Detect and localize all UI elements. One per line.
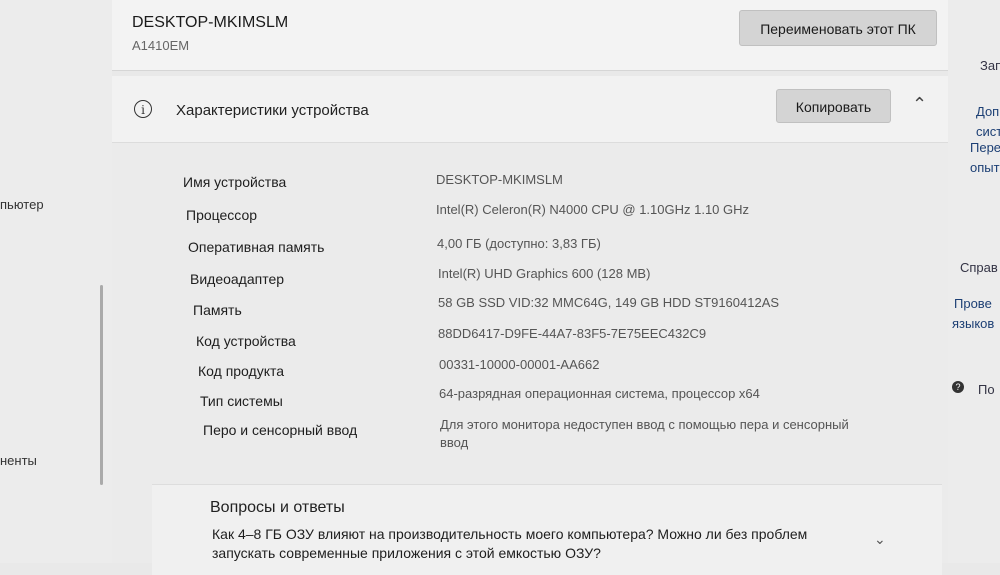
spec-label-product-id: Код продукта — [198, 363, 285, 379]
spec-value-storage: 58 GB SSD VID:32 MMC64G, 149 GB HDD ST91… — [438, 295, 780, 310]
spec-value-pen-touch: Для этого монитора недоступен ввод с пом… — [440, 417, 849, 450]
device-model: A1410EM — [132, 38, 190, 53]
spec-value-product-id: 00331-10000-00001-AA662 — [439, 357, 600, 372]
device-name: DESKTOP-MKIMSLM — [132, 14, 289, 31]
device-specs-header[interactable]: i Характеристики устройства Копировать ⌃ — [112, 76, 948, 143]
spec-value-ram: 4,00 ГБ (доступно: 3,83 ГБ) — [437, 236, 601, 251]
left-nav-item-components[interactable]: ненты — [0, 453, 37, 468]
spec-label-system-type: Тип системы — [200, 393, 283, 409]
spec-value-processor: Intel(R) Celeron(R) N4000 CPU @ 1.10GHz … — [436, 202, 750, 217]
faq-title: Вопросы и ответы — [210, 499, 345, 516]
spec-label-device-name: Имя устройства — [183, 174, 287, 190]
left-nav-pane: пьютер ненты — [0, 0, 112, 563]
device-specs-card: i Характеристики устройства Копировать ⌃… — [112, 76, 948, 575]
rename-pc-button[interactable]: Переименовать этот ПК — [739, 10, 937, 46]
spec-value-device-id: 88DD6417-D9FE-44A7-83F5-7E75EEC432C9 — [438, 326, 707, 341]
spec-label-video: Видеоадаптер — [190, 271, 285, 287]
help-link-1[interactable]: Прове — [954, 296, 992, 311]
faq-question[interactable]: Как 4–8 ГБ ОЗУ влияют на производительно… — [212, 525, 872, 563]
device-name-card: DESKTOP-MKIMSLM A1410EM Переименовать эт… — [112, 0, 948, 71]
spec-label-ram: Оперативная память — [188, 239, 325, 255]
get-help-link[interactable]: По — [978, 382, 995, 397]
spec-label-processor: Процессор — [186, 207, 258, 223]
chevron-down-icon[interactable]: ⌄ — [874, 531, 886, 548]
related-link-3[interactable]: Пере — [970, 140, 1000, 155]
spec-label-device-id: Код устройства — [196, 333, 296, 349]
spec-value-system-type: 64-разрядная операционная система, проце… — [439, 386, 760, 401]
spec-label-pen-touch: Перо и сенсорный ввод — [203, 422, 358, 438]
related-link-3b[interactable]: опыт — [970, 160, 1000, 175]
device-specs-title: Характеристики устройства — [176, 102, 369, 119]
spec-label-storage: Память — [193, 302, 242, 318]
help-section-label: Справ — [960, 260, 998, 275]
left-pane-scrollbar[interactable] — [100, 285, 103, 485]
faq-card[interactable]: Вопросы и ответы Как 4–8 ГБ ОЗУ влияют н… — [152, 484, 942, 575]
left-nav-item-computer[interactable]: пьютер — [0, 197, 44, 212]
related-link-2[interactable]: Доп — [976, 104, 999, 119]
copy-specs-button[interactable]: Копировать — [776, 89, 891, 123]
help-link-1b[interactable]: языков — [952, 316, 994, 331]
spec-value-device-name: DESKTOP-MKIMSLM — [436, 172, 563, 187]
related-links-pane: Зап Доп сист Пере опыт Справ Прове языко… — [948, 0, 1000, 563]
related-link-1[interactable]: Зап — [980, 58, 1000, 73]
related-link-2b[interactable]: сист — [976, 124, 1000, 139]
chevron-up-icon[interactable]: ⌃ — [912, 94, 927, 115]
info-icon: i — [134, 100, 152, 118]
spec-value-video: Intel(R) UHD Graphics 600 (128 MB) — [438, 266, 651, 281]
get-help-icon: ? — [952, 381, 964, 393]
